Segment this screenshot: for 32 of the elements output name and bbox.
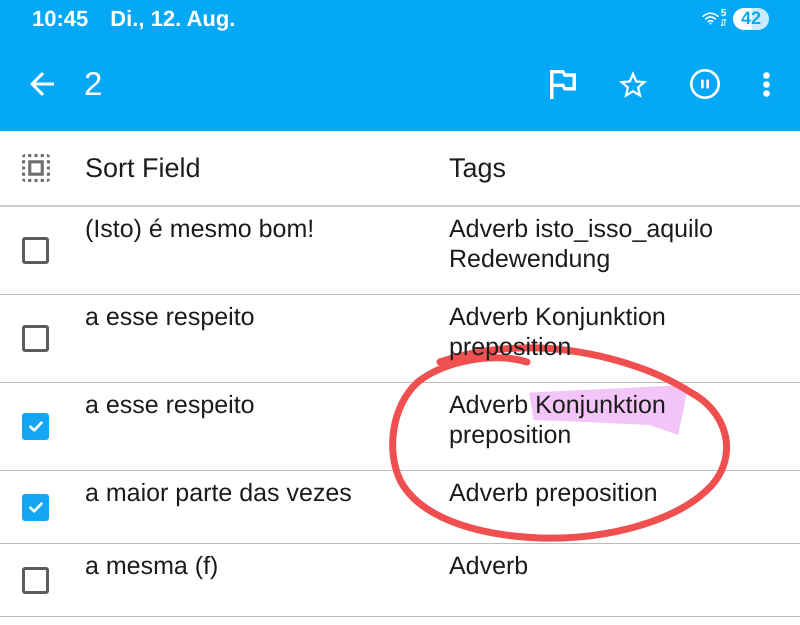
wifi-icon: [702, 12, 719, 25]
wifi-standard-label: 5: [720, 8, 726, 18]
column-header[interactable]: Tags: [449, 153, 506, 183]
sort-field-text: a esse respeito: [85, 390, 255, 420]
checkmark-icon: [28, 502, 42, 512]
pause-icon[interactable]: [690, 69, 720, 99]
data-arrows-icon: [720, 18, 727, 26]
checkbox[interactable]: [22, 325, 49, 352]
battery-level: 42: [733, 8, 769, 30]
tags-text: Adverb Konjunktion preposition: [449, 390, 667, 450]
tags-text: Adverb preposition: [449, 478, 658, 508]
checkbox[interactable]: [22, 494, 49, 520]
tags-text: Adverb Konjunktion preposition: [449, 302, 667, 362]
checkbox[interactable]: [22, 237, 49, 264]
flag-icon[interactable]: [550, 70, 576, 98]
checkmark-icon: [28, 421, 42, 432]
select-all-icon[interactable]: [22, 154, 50, 182]
selection-count-title: 2: [84, 66, 102, 102]
tags-text: Adverb: [449, 551, 528, 581]
sort-field-text: a mesma (f): [85, 551, 218, 581]
sort-field-text: (Isto) é mesmo bom!: [85, 214, 314, 244]
star-icon[interactable]: [619, 70, 647, 98]
status-time: 10:45: [32, 6, 88, 30]
sort-field-text: a esse respeito: [85, 302, 255, 332]
status-date: Di., 12. Aug.: [110, 6, 236, 30]
column-header[interactable]: Sort Field: [85, 153, 201, 183]
tags-text: Adverb isto_isso_aquilo Redewendung: [449, 214, 714, 274]
more-options-icon[interactable]: [763, 72, 770, 96]
back-arrow-icon[interactable]: [30, 72, 54, 96]
checkbox[interactable]: [22, 413, 49, 440]
sort-field-text: a maior parte das vezes: [85, 478, 352, 508]
checkbox[interactable]: [22, 566, 49, 594]
